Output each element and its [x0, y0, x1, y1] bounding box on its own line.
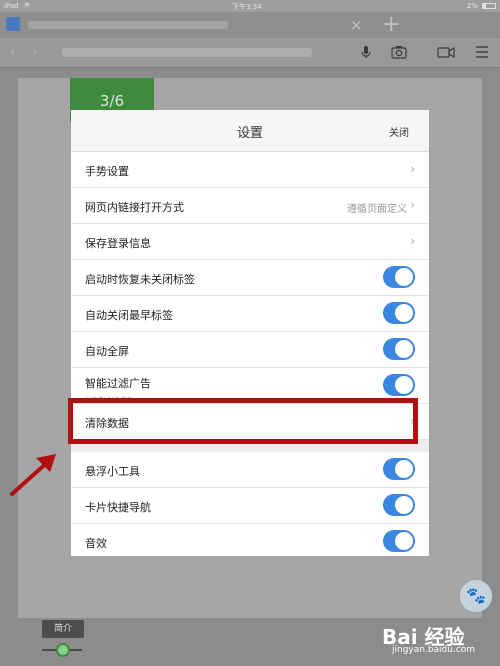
row-label: 手势设置 — [85, 165, 129, 178]
tab-favicon-icon — [6, 17, 20, 31]
settings-row-auto-close-tabs: 自动关闭最早标签 — [71, 296, 429, 332]
row-label: 网页内链接打开方式 — [85, 201, 184, 214]
new-tab-icon[interactable]: + — [382, 12, 400, 37]
menu-icon[interactable] — [473, 43, 491, 61]
settings-row-restore-tabs: 启动时恢复未关闭标签 — [71, 260, 429, 296]
status-bar: iPad ≋ 下午3:34 2% — [0, 0, 500, 12]
sound-toggle[interactable] — [383, 530, 415, 552]
chevron-right-icon: › — [410, 234, 415, 248]
auto-close-tabs-toggle[interactable] — [383, 302, 415, 324]
video-camera-icon[interactable] — [437, 43, 455, 61]
settings-row-gesture[interactable]: 手势设置 › — [71, 152, 429, 188]
card-nav-toggle[interactable] — [383, 494, 415, 516]
tab-title-blurred[interactable] — [28, 21, 228, 29]
row-label: 启动时恢复未关闭标签 — [85, 273, 195, 286]
row-label: 智能过滤广告 — [85, 377, 151, 390]
battery-icon — [482, 3, 496, 9]
row-label: 自动全屏 — [85, 345, 129, 358]
settings-row-sound: 音效 — [71, 524, 429, 556]
ad-filter-toggle[interactable] — [383, 374, 415, 396]
watermark-url: jingyan.baidu.com — [392, 645, 476, 655]
close-button[interactable]: 关闭 — [389, 124, 409, 139]
chevron-right-icon: › — [410, 198, 415, 212]
row-label: 卡片快捷导航 — [85, 501, 151, 514]
intro-tag[interactable]: 简介 — [42, 620, 84, 638]
forward-icon[interactable]: › — [32, 44, 38, 60]
settings-header: 设置 关闭 — [71, 110, 429, 152]
settings-row-fullscreen: 自动全屏 — [71, 332, 429, 368]
device-name: iPad — [4, 2, 19, 10]
tab-close-icon[interactable]: × — [350, 16, 363, 34]
timeline-knob[interactable] — [56, 643, 70, 657]
settings-row-card-nav: 卡片快捷导航 — [71, 488, 429, 524]
chevron-right-icon: › — [410, 162, 415, 176]
camera-icon[interactable] — [390, 43, 408, 61]
pointer-arrow-icon — [10, 454, 56, 496]
row-label: 悬浮小工具 — [85, 465, 140, 478]
row-label: 保存登录信息 — [85, 237, 151, 250]
highlight-box — [68, 398, 418, 444]
row-label: 音效 — [85, 537, 107, 550]
settings-row-floating-widget: 悬浮小工具 — [71, 452, 429, 488]
settings-row-link-open-mode[interactable]: 网页内链接打开方式 遵循页面定义 › — [71, 188, 429, 224]
row-label: 自动关闭最早标签 — [85, 309, 173, 322]
battery-percent: 2% — [466, 2, 478, 10]
back-icon[interactable]: ‹ — [10, 44, 16, 60]
floating-widget-toggle[interactable] — [383, 458, 415, 480]
tab-strip: × + — [0, 12, 500, 38]
status-time: 下午3:34 — [232, 3, 262, 11]
mic-icon[interactable] — [357, 43, 375, 61]
settings-title: 设置 — [236, 126, 263, 141]
baidu-paw-icon[interactable]: 🐾 — [460, 580, 492, 612]
settings-modal: 设置 关闭 手势设置 › 网页内链接打开方式 遵循页面定义 › 保存登录信息 ›… — [71, 110, 429, 556]
wifi-icon: ≋ — [24, 1, 30, 9]
settings-row-save-login[interactable]: 保存登录信息 › — [71, 224, 429, 260]
url-field-blurred[interactable] — [62, 48, 312, 57]
address-bar: ‹ › — [0, 38, 500, 68]
row-value: 遵循页面定义 — [347, 204, 407, 215]
restore-tabs-toggle[interactable] — [383, 266, 415, 288]
fullscreen-toggle[interactable] — [383, 338, 415, 360]
